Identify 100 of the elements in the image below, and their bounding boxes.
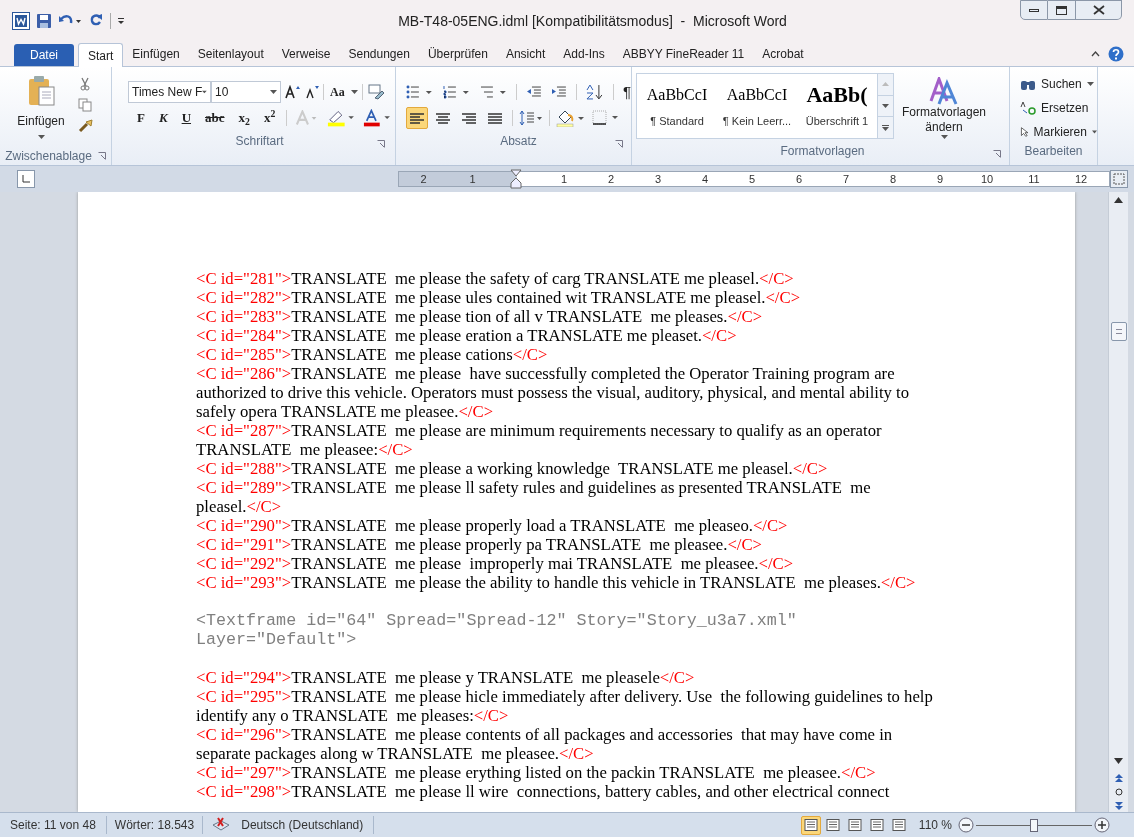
highlight-icon[interactable] [327,109,356,127]
ribbon-tab[interactable]: Acrobat [753,42,813,66]
editing-button[interactable]: Suchen [1020,73,1097,94]
zoom-slider-thumb[interactable] [1030,818,1038,832]
ruler-number: 6 [795,171,803,187]
format-button[interactable]: F [134,108,148,128]
segment-paragraph: <C id="282">TRANSLATE me please ules contained wit TRANSLATE me pleasel.</C> [196,288,802,307]
style-gallery-item[interactable]: AaBbCcI ¶ Kein Leerr... [717,74,797,138]
proofing-icon[interactable] [211,817,232,833]
dialog-launcher-icon[interactable] [97,152,106,160]
ruler-number: 1 [560,171,568,187]
caret-icon [882,124,889,131]
dialog-launcher-icon[interactable] [993,150,1001,158]
ruler-number: 12 [1074,171,1088,187]
shrink-font-icon[interactable] [305,85,319,99]
scroll-thumb[interactable] [1110,322,1127,341]
indent-marker-icon[interactable] [510,169,522,189]
segment-paragraph: <C id="286">TRANSLATE me please have successfully completed the Operator Training program are authorized to drive this vehicle. Operators must possess the visual, auditory, physical, and mental ability to safely opera TRANSLATE me pleasee.</C> [196,364,911,421]
segment-paragraph: <C id="287">TRANSLATE me please are minimum requirements necessary to qualify as an operator TRANSLATE me pleasee:</C> [196,421,883,459]
ribbon-tab[interactable]: Seitenlayout [188,42,273,66]
maximize-button[interactable] [1048,0,1076,20]
editing-button[interactable]: Markieren [1020,121,1097,142]
font-color-icon[interactable] [363,109,391,127]
ruler-number: 7 [842,171,850,187]
grow-font-icon[interactable] [285,85,301,99]
multilevel-list-icon[interactable] [479,85,508,99]
zoom-in-icon[interactable] [1094,817,1110,833]
file-tab[interactable]: Datei [14,44,74,66]
ruler[interactable]: 2 1 1 2 3 4 5 6 7 8 9 10 11 12 [398,171,1110,187]
print-layout-button[interactable] [800,815,821,835]
decrease-indent-icon[interactable] [526,85,543,99]
minimize-button[interactable] [1020,0,1048,20]
editing-button[interactable]: Ersetzen [1020,97,1097,118]
ruler-number: 9 [936,171,944,187]
ribbon-tab[interactable]: Ansicht [496,42,555,66]
segment-paragraph: <C id="283">TRANSLATE me please tion of all v TRANSLATE me pleases.</C> [196,307,764,326]
dialog-launcher-icon[interactable] [377,140,385,148]
segment-paragraph: <C id="291">TRANSLATE me please properly pa TRANSLATE me pleasee.</C> [196,535,764,554]
minimize-ribbon-icon[interactable] [1091,51,1100,57]
next-page-icon[interactable] [1114,802,1123,810]
language-status[interactable]: Deutsch (Deutschland) [231,816,375,834]
word-count[interactable]: Wörter: 18.543 [106,816,204,834]
scroll-down-icon[interactable] [1114,758,1123,764]
format-button[interactable]: abc [202,108,228,128]
line-spacing-icon[interactable] [519,110,543,126]
font-name-field[interactable]: Times New F [128,81,211,103]
ruler-toggle-icon[interactable] [1110,170,1128,188]
borders-icon[interactable] [592,110,620,126]
page-icon [847,819,862,831]
format-button[interactable]: U [178,108,194,128]
change-case-button[interactable]: Aa [328,83,347,101]
ribbon-tab[interactable]: Add-Ins [554,42,614,66]
ribbon-tab[interactable]: Sendungen [339,42,419,66]
page-count[interactable]: Seite: 11 von 48 [0,816,107,834]
replace-icon [1020,100,1036,115]
increase-indent-icon[interactable] [551,85,568,99]
align-left-button[interactable] [406,107,428,129]
clipboard-icon [26,75,56,107]
segment-paragraph: <C id="296">TRANSLATE me please contents of all packages and accessories that may have come in separate packages along w TRANSLATE me pleasee.</C> [196,725,894,763]
zoom-slider[interactable] [976,818,1092,832]
previous-page-icon[interactable] [1114,774,1123,782]
ribbon-tab[interactable]: Überprüfen [418,42,497,66]
customize-caret-icon[interactable] [117,16,125,26]
zoom-level[interactable]: 110 % [918,816,952,834]
format-button[interactable]: K [155,108,171,128]
save-icon[interactable] [36,13,52,29]
ribbon-tab[interactable]: Start [78,43,124,67]
change-styles-button[interactable]: Formatvorlagen ändern [894,73,994,143]
format-button[interactable]: x$^{2}$ [260,108,279,128]
numbered-list-icon[interactable] [442,85,471,99]
segment-paragraph: <C id="293">TRANSLATE me please the ability to handle this vehicle in TRANSLATE me pleases.</C> [196,573,917,592]
ruler-number: 2 [420,171,427,187]
help-icon[interactable] [1108,46,1124,62]
word-logo-icon[interactable] [12,12,30,30]
shading-icon[interactable] [556,109,586,127]
ribbon-tab[interactable]: Verweise [272,42,340,66]
zoom-out-icon[interactable] [958,817,974,833]
sort-icon[interactable] [586,84,604,100]
scissors-icon[interactable] [78,77,92,91]
ribbon-tab[interactable]: Einfügen [123,42,189,66]
caret-icon [37,135,45,139]
show-marks-button[interactable]: ¶ [622,80,631,104]
paste-button[interactable]: Einfügen [16,75,66,147]
format-button[interactable]: x$_{2}$ [235,108,253,128]
dialog-launcher-icon[interactable] [615,140,623,148]
scroll-up-icon[interactable] [1114,197,1123,203]
brush-icon[interactable] [78,119,94,133]
browse-object-icon[interactable] [1114,788,1123,796]
group-label: Absatz [500,133,537,150]
bullet-list-icon[interactable] [406,85,434,99]
style-gallery-item[interactable]: AaBbCcI ¶ Standard [637,74,717,138]
vertical-scrollbar[interactable] [1108,192,1128,812]
ribbon-tab[interactable]: ABBYY FineReader 11 [613,42,754,66]
style-gallery-item[interactable]: AaBb( Überschrift 1 [797,74,877,138]
font-size-field[interactable]: 10 [211,81,281,103]
tab-selector-button[interactable] [17,170,35,188]
ruler-number: 3 [654,171,662,187]
close-button[interactable] [1076,0,1122,20]
clear-formatting-icon[interactable] [366,84,385,100]
caret-icon [882,82,889,87]
